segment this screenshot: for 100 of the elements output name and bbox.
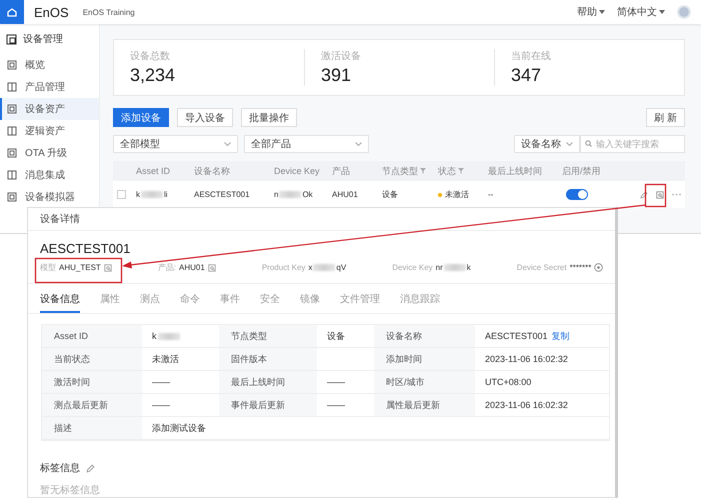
info-label: 节点类型 bbox=[219, 325, 317, 348]
organization-name: EnOS Training bbox=[82, 8, 135, 16]
enable-switch[interactable] bbox=[566, 189, 588, 200]
info-value: 2023-11-06 16:02:32 bbox=[475, 348, 609, 371]
filter-icon bbox=[420, 168, 426, 174]
stat-label: 当前在线 bbox=[511, 50, 552, 63]
meta-label: Product Key bbox=[262, 263, 306, 272]
info-label: 固件版本 bbox=[219, 348, 317, 371]
model-dropdown[interactable]: 全部模型 bbox=[113, 135, 238, 153]
masked-value: nr k bbox=[436, 263, 471, 272]
sidebar-item[interactable]: 设备资产 bbox=[0, 98, 99, 120]
meta-label: 产品: bbox=[158, 262, 176, 273]
refresh-button[interactable]: 刷 新 bbox=[646, 108, 685, 127]
header-menu[interactable]: 帮助 bbox=[577, 5, 605, 19]
menu-icon bbox=[7, 82, 17, 92]
home-button[interactable] bbox=[0, 0, 24, 24]
sidebar-item[interactable]: 逻辑资产 bbox=[0, 120, 99, 142]
meta-value: AHU01 bbox=[179, 263, 205, 272]
masked-value: k li bbox=[136, 190, 168, 199]
meta-value: ******* bbox=[570, 263, 592, 272]
header-menu[interactable]: 简体中文 bbox=[617, 5, 665, 19]
column-header: 状态 bbox=[432, 164, 482, 178]
info-value: 2023-11-06 16:02:32 bbox=[475, 394, 609, 417]
info-label: 时区/城市 bbox=[374, 371, 475, 394]
info-label: 属性最后更新 bbox=[374, 394, 475, 417]
caret-icon bbox=[599, 10, 605, 14]
caret-icon bbox=[659, 10, 665, 14]
column-header: 启用/禁用 bbox=[561, 164, 602, 178]
sidebar-title: 设备管理 bbox=[23, 33, 63, 46]
empty-message: 暂无标签信息 bbox=[40, 484, 101, 497]
meta-value: AHU_TEST bbox=[59, 263, 101, 272]
copy-link[interactable]: 复制 bbox=[552, 330, 570, 342]
info-value: UTC+08:00 bbox=[475, 371, 609, 394]
toolbar-button[interactable]: 导入设备 bbox=[177, 108, 233, 127]
info-label: 当前状态 bbox=[42, 348, 142, 371]
stat-value: 391 bbox=[321, 65, 352, 86]
pencil-icon[interactable] bbox=[86, 464, 95, 472]
search-icon bbox=[585, 140, 592, 147]
panel-title: 设备详情 bbox=[40, 212, 80, 226]
chevron-down-icon bbox=[566, 142, 573, 146]
menu-icon bbox=[7, 170, 17, 180]
column-header: 节点类型 bbox=[376, 164, 432, 178]
column-header: 产品 bbox=[331, 164, 351, 178]
column-header: 最后上线时间 bbox=[487, 164, 543, 178]
primary-button[interactable]: 添加设备 bbox=[113, 108, 169, 127]
info-label: 最后上线时间 bbox=[219, 371, 317, 394]
masked-value: x qV bbox=[308, 263, 346, 272]
column-header: Asset ID bbox=[135, 166, 172, 176]
info-label: 添加时间 bbox=[374, 348, 475, 371]
stat-value: 3,234 bbox=[130, 65, 176, 86]
info-label: 事件最后更新 bbox=[219, 394, 317, 417]
sidebar-item[interactable]: 消息集成 bbox=[0, 164, 99, 186]
device-icon bbox=[6, 34, 17, 44]
column-header: Device Key bbox=[273, 166, 321, 176]
menu-icon bbox=[7, 60, 17, 70]
toolbar-button[interactable]: 批量操作 bbox=[241, 108, 297, 127]
table-cell-text: AESCTEST001 bbox=[193, 190, 251, 199]
highlight-frame bbox=[644, 184, 666, 208]
filter-icon bbox=[458, 168, 464, 174]
meta-label: 模型 bbox=[40, 262, 56, 273]
tab[interactable]: 设备信息 bbox=[40, 292, 80, 313]
pencil-icon[interactable] bbox=[640, 190, 648, 198]
avatar bbox=[677, 5, 691, 19]
more-icon[interactable] bbox=[672, 193, 681, 196]
stat-label: 激活设备 bbox=[321, 50, 362, 63]
sidebar-item[interactable]: 产品管理 bbox=[0, 76, 99, 98]
document-icon bbox=[104, 264, 112, 272]
field-dropdown[interactable]: 设备名称 bbox=[514, 135, 580, 153]
row-checkbox[interactable] bbox=[117, 190, 126, 199]
section-title: 标签信息 bbox=[40, 462, 80, 475]
info-label: 激活时间 bbox=[42, 371, 142, 394]
stat-label: 设备总数 bbox=[130, 50, 171, 63]
details-button[interactable] bbox=[656, 190, 664, 198]
masked-value: k bbox=[152, 331, 180, 341]
menu-icon bbox=[7, 104, 17, 114]
sidebar-item[interactable]: 概览 bbox=[0, 54, 99, 76]
info-label: 描述 bbox=[42, 417, 142, 440]
menu-icon bbox=[7, 148, 17, 158]
meta-label: Device Secret bbox=[516, 263, 567, 272]
home-icon bbox=[7, 8, 17, 16]
meta-label: Device Key bbox=[392, 263, 433, 272]
chevron-down-icon bbox=[224, 142, 231, 146]
search-field[interactable]: 输入关键字搜索 bbox=[580, 135, 685, 153]
menu-icon bbox=[7, 192, 17, 202]
product-dropdown[interactable]: 全部产品 bbox=[244, 135, 369, 153]
info-label: Asset ID bbox=[42, 325, 142, 348]
stat-value: 347 bbox=[511, 65, 542, 86]
info-label: 测点最后更新 bbox=[42, 394, 142, 417]
logo: EnOS bbox=[34, 4, 69, 20]
info-label: 设备名称 bbox=[374, 325, 475, 348]
sidebar-item[interactable]: 设备模拟器 bbox=[0, 186, 99, 208]
eye-icon[interactable] bbox=[594, 263, 604, 272]
column-header: 设备名称 bbox=[193, 164, 231, 178]
info-value: AESCTEST001 复制 bbox=[475, 325, 609, 348]
table-cell-text: -- bbox=[487, 190, 494, 199]
device-name: AESCTEST001 bbox=[39, 240, 132, 256]
table-cell-text: 设备 bbox=[381, 189, 399, 200]
document-icon bbox=[208, 264, 216, 272]
masked-value: n Ok bbox=[274, 190, 313, 199]
sidebar-item[interactable]: OTA 升级 bbox=[0, 142, 99, 164]
